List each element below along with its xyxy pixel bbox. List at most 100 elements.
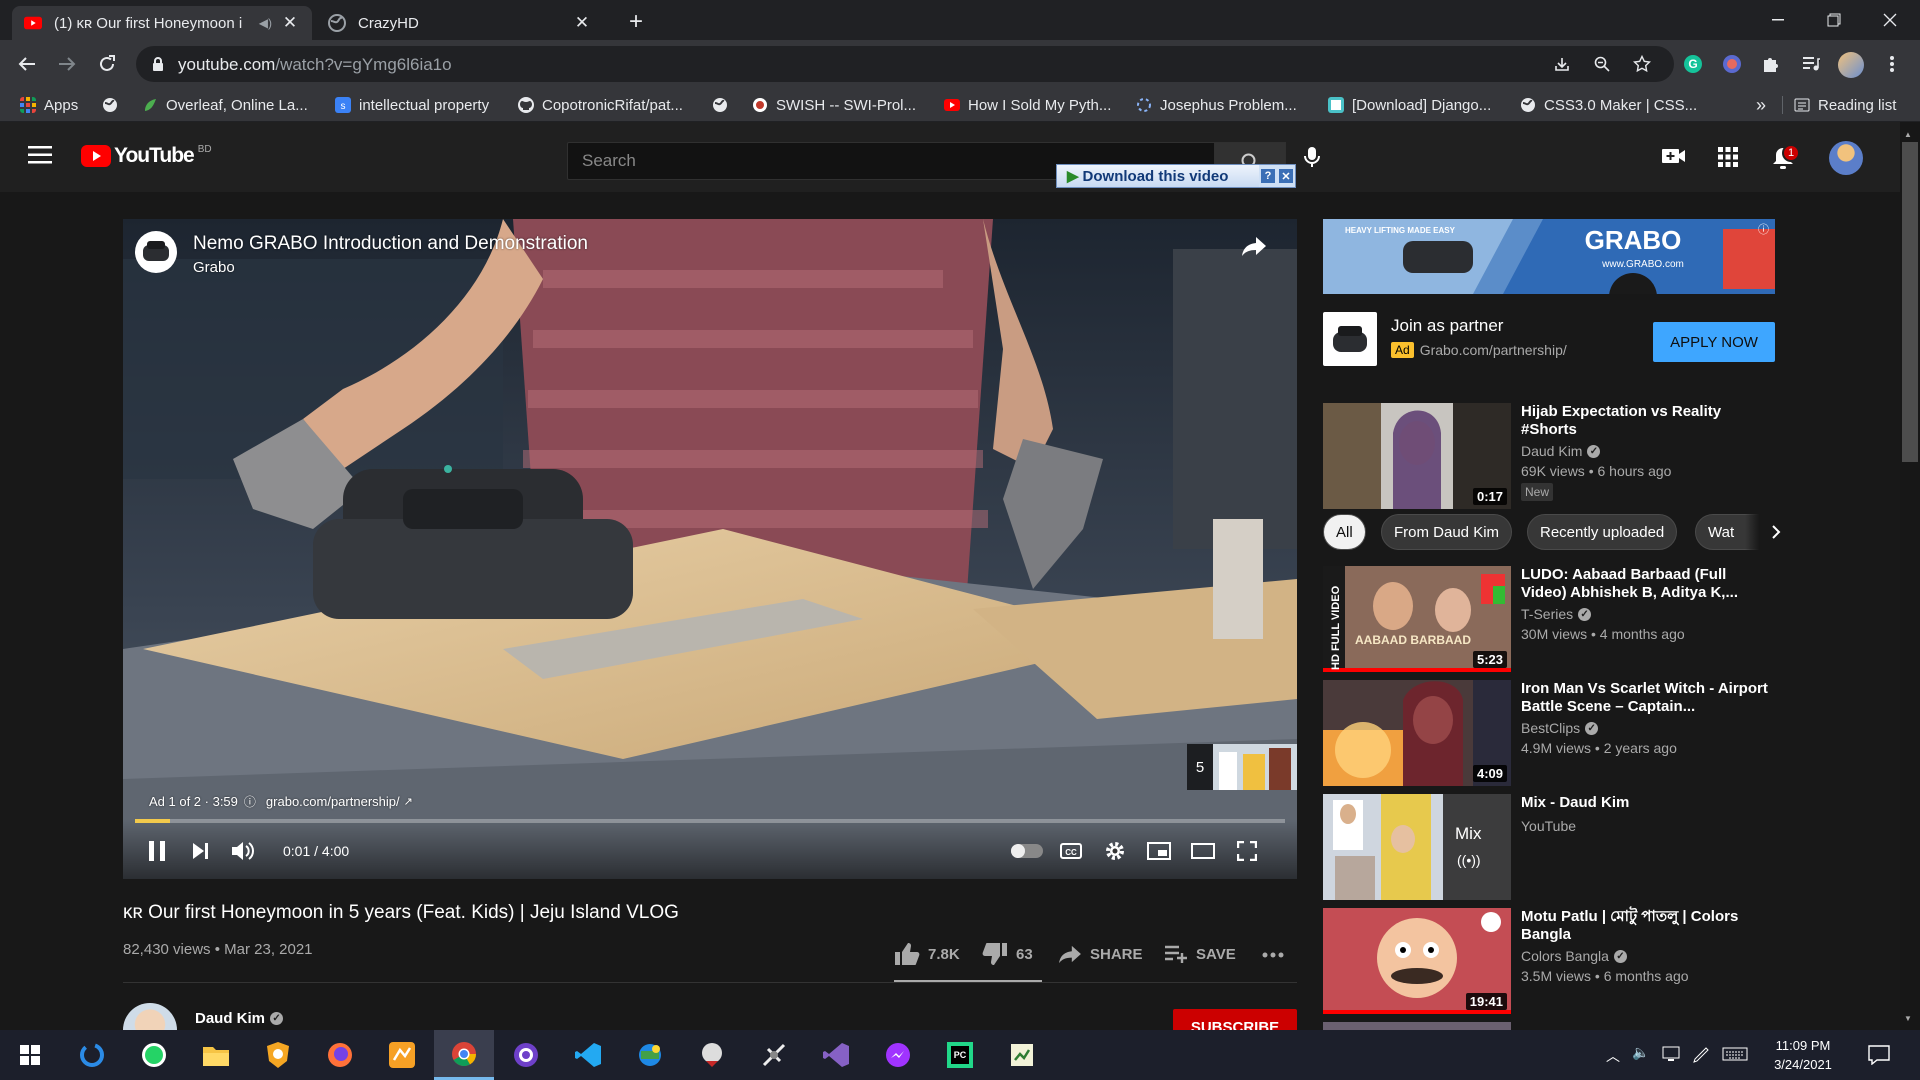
channel-name[interactable]: YouTube — [1521, 818, 1576, 834]
info-circle-icon[interactable]: ⓘ — [244, 793, 256, 810]
windows-start-icon[interactable] — [0, 1030, 60, 1080]
ad-channel-name[interactable]: Grabo — [193, 259, 235, 276]
tray-overflow-icon[interactable]: ︿ — [1606, 1046, 1620, 1066]
close-tab-icon[interactable]: ✕ — [572, 13, 592, 33]
recommendation-item[interactable]: 19:41 Motu Patlu | মোটু পাতলু | Colors B… — [1323, 908, 1775, 1014]
autoplay-toggle[interactable] — [1007, 833, 1047, 869]
fullscreen-icon[interactable] — [1227, 833, 1267, 869]
bookmarks-overflow-icon[interactable]: » — [1756, 88, 1766, 122]
ad-card-logo[interactable] — [1323, 312, 1377, 366]
chip-all[interactable]: All — [1323, 514, 1366, 550]
recommendation-item[interactable]: 0:17 Hijab Expectation vs Reality #Short… — [1323, 403, 1775, 509]
forward-icon[interactable] — [51, 48, 83, 80]
channel-name[interactable]: BestClips ✓ — [1521, 720, 1599, 736]
profile-avatar[interactable] — [1838, 52, 1864, 78]
miniplayer-icon[interactable] — [1139, 833, 1179, 869]
keyboard-tray-icon[interactable] — [1722, 1047, 1748, 1061]
youtube-logo[interactable]: YouTube BD — [81, 144, 212, 168]
minimize-icon[interactable] — [1750, 0, 1806, 40]
subscribe-button[interactable]: SUBSCRIBE — [1173, 1009, 1297, 1030]
video-thumbnail[interactable]: AABAAD BARBAAD HD FULL VIDEO 5:23 — [1323, 566, 1511, 672]
voice-search-icon[interactable] — [1304, 146, 1320, 168]
chip-recently-uploaded[interactable]: Recently uploaded — [1527, 514, 1678, 550]
channel-name[interactable]: Colors Bangla ✓ — [1521, 948, 1627, 964]
next-icon[interactable] — [181, 833, 221, 869]
tab-crazyhd[interactable]: CrazyHD ✕ — [316, 6, 604, 40]
ad-queue-thumbnail[interactable]: 5 — [1187, 744, 1297, 790]
bookmark-overleaf[interactable]: Overleaf, Online La... — [142, 88, 308, 122]
messenger-icon[interactable] — [868, 1030, 928, 1080]
extensions-puzzle-icon[interactable] — [1755, 48, 1787, 80]
app-icon[interactable] — [682, 1030, 742, 1080]
scroll-down-icon[interactable]: ▼ — [1904, 1014, 1912, 1023]
scrollbar-thumb[interactable] — [1902, 142, 1918, 462]
bookmark-github[interactable]: CopotronicRifat/pat... — [518, 88, 683, 122]
bookmark-django[interactable]: [Download] Django... — [1328, 88, 1491, 122]
vscode-icon[interactable] — [558, 1030, 618, 1080]
chrome-menu-icon[interactable] — [1876, 48, 1908, 80]
bookmark-css-maker[interactable]: CSS3.0 Maker | CSS... — [1520, 88, 1697, 122]
sync-app-icon[interactable] — [62, 1030, 122, 1080]
page-scrollbar[interactable]: ▲ ▼ — [1900, 122, 1920, 1030]
audio-playing-icon[interactable]: ◀) — [259, 16, 272, 30]
network-globe-app-icon[interactable] — [620, 1030, 680, 1080]
reload-icon[interactable] — [91, 48, 123, 80]
volume-icon[interactable] — [223, 833, 263, 869]
notifications-center-icon[interactable] — [1868, 1045, 1890, 1065]
grammarly-extension-icon[interactable]: G — [1677, 48, 1709, 80]
recommendation-item[interactable]: AABAAD BARBAAD HD FULL VIDEO 5:23 LUDO: A… — [1323, 566, 1775, 672]
share-arrow-icon[interactable] — [1241, 235, 1267, 257]
bookmark-youtube[interactable]: How I Sold My Pyth... — [944, 88, 1111, 122]
settings-gear-icon[interactable] — [1095, 833, 1135, 869]
account-avatar[interactable] — [1829, 141, 1863, 175]
theater-mode-icon[interactable] — [1183, 833, 1223, 869]
apps-icon[interactable] — [1718, 147, 1738, 167]
spreadsheet-app-icon[interactable] — [992, 1030, 1052, 1080]
tab-youtube[interactable]: (1) ᴋʀ Our first Honeymoon i ◀) ✕ — [12, 6, 312, 40]
video-title[interactable]: Mix - Daud Kim — [1521, 794, 1771, 812]
pause-icon[interactable] — [137, 833, 177, 869]
chrome-taskbar-icon[interactable] — [434, 1030, 494, 1080]
save-button[interactable]: SAVE — [1164, 942, 1236, 966]
sublime-or-app-icon[interactable] — [372, 1030, 432, 1080]
download-close-icon[interactable]: ✕ — [1279, 169, 1293, 183]
ad-video-title[interactable]: Nemo GRABO Introduction and Demonstratio… — [193, 233, 588, 255]
close-tab-icon[interactable]: ✕ — [280, 13, 300, 33]
new-tab-icon[interactable]: + — [622, 8, 650, 36]
create-video-icon[interactable] — [1662, 148, 1686, 164]
zoom-icon[interactable] — [1586, 48, 1618, 80]
recommendation-item[interactable]: 4:09 Iron Man Vs Scarlet Witch - Airport… — [1323, 680, 1775, 786]
channel-name[interactable]: Daud Kim ✓ — [1521, 443, 1601, 459]
apply-now-button[interactable]: APPLY NOW — [1653, 322, 1775, 362]
volume-tray-icon[interactable]: 🔈 — [1632, 1044, 1649, 1061]
firefox-icon[interactable] — [310, 1030, 370, 1080]
ad-channel-avatar[interactable] — [135, 231, 177, 273]
progress-bar[interactable] — [135, 819, 1285, 823]
back-icon[interactable] — [11, 48, 43, 80]
ad-url-link[interactable]: grabo.com/partnership/ — [266, 794, 400, 809]
video-thumbnail[interactable]: 4:09 — [1323, 680, 1511, 786]
url-text[interactable]: youtube.com/watch?v=gYmg6l6ia1o — [178, 55, 452, 75]
channel-avatar[interactable] — [123, 1003, 177, 1030]
ad-info-icon[interactable]: ⓘ — [1758, 221, 1769, 237]
more-actions-icon[interactable] — [1262, 952, 1284, 958]
visual-studio-icon[interactable] — [806, 1030, 866, 1080]
github-desktop-icon[interactable] — [496, 1030, 556, 1080]
install-app-icon[interactable] — [1546, 48, 1578, 80]
bookmark-globe-2[interactable] — [712, 88, 736, 122]
clock[interactable]: 11:09 PM 3/24/2021 — [1768, 1036, 1838, 1074]
video-thumbnail[interactable]: 0:17 — [1323, 403, 1511, 509]
chip-from-daud-kim[interactable]: From Daud Kim — [1381, 514, 1513, 550]
dislike-button[interactable]: 63 — [982, 942, 1033, 966]
vpn-extension-icon[interactable] — [1716, 48, 1748, 80]
network-tray-icon[interactable] — [1662, 1046, 1680, 1062]
ad-banner[interactable]: GRABO www.GRABO.com HEAVY LIFTING MADE E… — [1323, 219, 1775, 294]
mix-thumbnail[interactable]: Mix ((•)) — [1323, 794, 1511, 900]
address-bar[interactable]: youtube.com/watch?v=gYmg6l6ia1o — [136, 46, 1674, 82]
close-window-icon[interactable] — [1862, 0, 1918, 40]
captions-icon[interactable]: CC — [1051, 833, 1091, 869]
brave-browser-icon[interactable] — [248, 1030, 308, 1080]
video-title[interactable]: Motu Patlu | মোটু পাতলু | Colors Bangla — [1521, 908, 1771, 944]
video-thumbnail[interactable]: 19:41 — [1323, 908, 1511, 1014]
bookmark-star-icon[interactable] — [1626, 48, 1658, 80]
